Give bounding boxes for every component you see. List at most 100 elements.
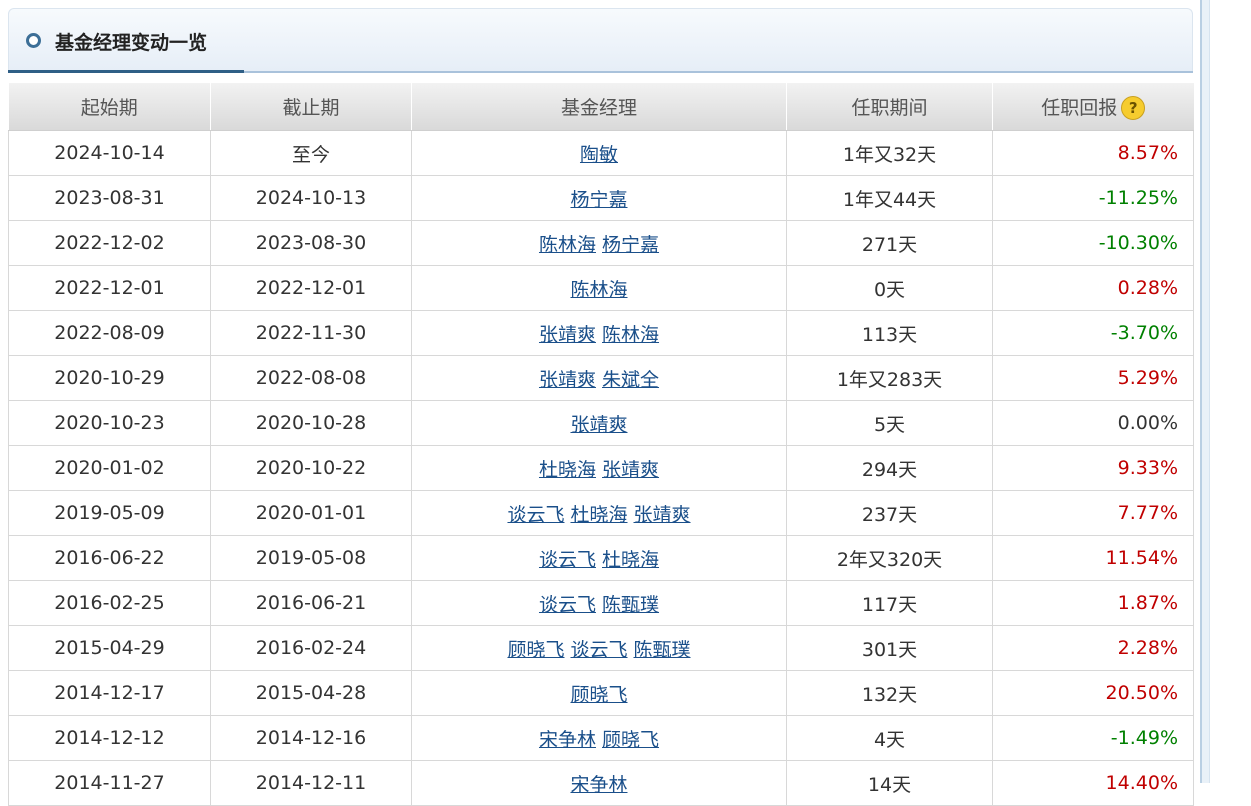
manager-changes-table: 起始期 截止期 基金经理 任职期间 任职回报? 2024-10-14 至今 陶敏 1年… — [8, 83, 1194, 806]
end-date-cell: 2022-12-01 — [210, 265, 412, 311]
manager-link[interactable]: 陈林海 — [602, 324, 659, 346]
table-row: 2020-10-29 2022-08-08 张靖爽 朱斌全 1年又283天 5.29% — [8, 355, 1194, 401]
managers-cell: 杨宁嘉 — [411, 175, 787, 221]
question-mark-icon[interactable]: ? — [1121, 96, 1146, 121]
start-date-cell: 2014-11-27 — [8, 760, 211, 806]
end-date-cell: 2020-10-28 — [210, 400, 412, 446]
manager-link[interactable]: 朱斌全 — [602, 369, 659, 391]
manager-link[interactable]: 陶敏 — [580, 144, 618, 166]
manager-link[interactable]: 张靖爽 — [539, 369, 596, 391]
header-end-date: 截止期 — [210, 83, 412, 131]
return-cell: 0.00% — [992, 400, 1194, 446]
return-cell: -3.70% — [992, 310, 1194, 356]
manager-link[interactable]: 杜晓海 — [602, 549, 659, 571]
circle-bullet-icon — [26, 33, 41, 48]
tenure-cell: 132天 — [786, 670, 993, 716]
manager-link[interactable]: 谈云飞 — [539, 594, 596, 616]
return-cell: 9.33% — [992, 445, 1194, 491]
end-date-cell: 至今 — [210, 130, 412, 176]
managers-cell: 张靖爽 — [411, 400, 787, 446]
manager-link[interactable]: 陈甄璞 — [634, 639, 691, 661]
manager-link[interactable]: 杨宁嘉 — [570, 189, 627, 211]
manager-link[interactable]: 宋争林 — [570, 774, 627, 796]
manager-link[interactable]: 杜晓海 — [570, 504, 627, 526]
start-date-cell: 2020-01-02 — [8, 445, 211, 491]
table-body: 2024-10-14 至今 陶敏 1年又32天 8.57% 2023-08-31 2024-… — [8, 130, 1194, 806]
return-cell: 1.87% — [992, 580, 1194, 626]
manager-link[interactable]: 杜晓海 — [539, 459, 596, 481]
header-fund-manager: 基金经理 — [411, 83, 787, 131]
section-title: 基金经理变动一览 — [55, 32, 208, 54]
tenure-cell: 271天 — [786, 220, 993, 266]
manager-changes-table-container: 起始期 截止期 基金经理 任职期间 任职回报? 2024-10-14 至今 陶敏 1年… — [8, 83, 1194, 806]
managers-cell: 张靖爽 陈林海 — [411, 310, 787, 356]
end-date-cell: 2020-01-01 — [210, 490, 412, 536]
manager-link[interactable]: 谈云飞 — [507, 504, 564, 526]
start-date-cell: 2015-04-29 — [8, 625, 211, 671]
table-row: 2020-01-02 2020-10-22 杜晓海 张靖爽 294天 9.33% — [8, 445, 1194, 491]
tenure-cell: 301天 — [786, 625, 993, 671]
fund-manager-changes-panel: 基金经理变动一览 起始期 截止期 基金经理 任职期间 任职回报? 2024-10… — [8, 8, 1194, 806]
managers-cell: 宋争林 顾晓飞 — [411, 715, 787, 761]
table-row: 2022-08-09 2022-11-30 张靖爽 陈林海 113天 -3.70% — [8, 310, 1194, 356]
table-row: 2015-04-29 2016-02-24 顾晓飞 谈云飞 陈甄璞 301天 2.28% — [8, 625, 1194, 671]
manager-link[interactable]: 顾晓飞 — [570, 684, 627, 706]
manager-link[interactable]: 顾晓飞 — [602, 729, 659, 751]
manager-link[interactable]: 顾晓飞 — [507, 639, 564, 661]
table-row: 2022-12-02 2023-08-30 陈林海 杨宁嘉 271天 -10.30% — [8, 220, 1194, 266]
tenure-cell: 0天 — [786, 265, 993, 311]
table-row: 2024-10-14 至今 陶敏 1年又32天 8.57% — [8, 130, 1194, 176]
start-date-cell: 2020-10-29 — [8, 355, 211, 401]
manager-link[interactable]: 张靖爽 — [539, 324, 596, 346]
tenure-cell: 1年又32天 — [786, 130, 993, 176]
manager-link[interactable]: 宋争林 — [539, 729, 596, 751]
start-date-cell: 2022-12-02 — [8, 220, 211, 266]
table-row: 2016-02-25 2016-06-21 谈云飞 陈甄璞 117天 1.87% — [8, 580, 1194, 626]
start-date-cell: 2022-12-01 — [8, 265, 211, 311]
tenure-cell: 113天 — [786, 310, 993, 356]
end-date-cell: 2023-08-30 — [210, 220, 412, 266]
managers-cell: 陶敏 — [411, 130, 787, 176]
managers-cell: 杜晓海 张靖爽 — [411, 445, 787, 491]
managers-cell: 宋争林 — [411, 760, 787, 806]
return-cell: 11.54% — [992, 535, 1194, 581]
tenure-cell: 14天 — [786, 760, 993, 806]
manager-link[interactable]: 张靖爽 — [602, 459, 659, 481]
end-date-cell: 2016-06-21 — [210, 580, 412, 626]
manager-link[interactable]: 陈林海 — [570, 279, 627, 301]
table-row: 2022-12-01 2022-12-01 陈林海 0天 0.28% — [8, 265, 1194, 311]
managers-cell: 张靖爽 朱斌全 — [411, 355, 787, 401]
return-cell: -10.30% — [992, 220, 1194, 266]
return-cell: 8.57% — [992, 130, 1194, 176]
tenure-cell: 1年又283天 — [786, 355, 993, 401]
start-date-cell: 2024-10-14 — [8, 130, 211, 176]
return-cell: 20.50% — [992, 670, 1194, 716]
manager-link[interactable]: 谈云飞 — [570, 639, 627, 661]
end-date-cell: 2016-02-24 — [210, 625, 412, 671]
table-row: 2014-11-27 2014-12-11 宋争林 14天 14.40% — [8, 760, 1194, 806]
header-divider-accent — [8, 70, 244, 73]
managers-cell: 谈云飞 陈甄璞 — [411, 580, 787, 626]
tenure-cell: 2年又320天 — [786, 535, 993, 581]
manager-link[interactable]: 张靖爽 — [634, 504, 691, 526]
start-date-cell: 2019-05-09 — [8, 490, 211, 536]
tenure-cell: 4天 — [786, 715, 993, 761]
tenure-cell: 5天 — [786, 400, 993, 446]
manager-link[interactable]: 陈甄璞 — [602, 594, 659, 616]
tenure-cell: 117天 — [786, 580, 993, 626]
manager-link[interactable]: 谈云飞 — [539, 549, 596, 571]
start-date-cell: 2016-02-25 — [8, 580, 211, 626]
managers-cell: 顾晓飞 谈云飞 陈甄璞 — [411, 625, 787, 671]
end-date-cell: 2020-10-22 — [210, 445, 412, 491]
table-row: 2014-12-17 2015-04-28 顾晓飞 132天 20.50% — [8, 670, 1194, 716]
table-row: 2023-08-31 2024-10-13 杨宁嘉 1年又44天 -11.25% — [8, 175, 1194, 221]
manager-link[interactable]: 杨宁嘉 — [602, 234, 659, 256]
end-date-cell: 2022-08-08 — [210, 355, 412, 401]
tenure-cell: 1年又44天 — [786, 175, 993, 221]
manager-link[interactable]: 张靖爽 — [570, 414, 627, 436]
return-cell: 2.28% — [992, 625, 1194, 671]
return-cell: 5.29% — [992, 355, 1194, 401]
return-cell: 14.40% — [992, 760, 1194, 806]
manager-link[interactable]: 陈林海 — [539, 234, 596, 256]
end-date-cell: 2019-05-08 — [210, 535, 412, 581]
